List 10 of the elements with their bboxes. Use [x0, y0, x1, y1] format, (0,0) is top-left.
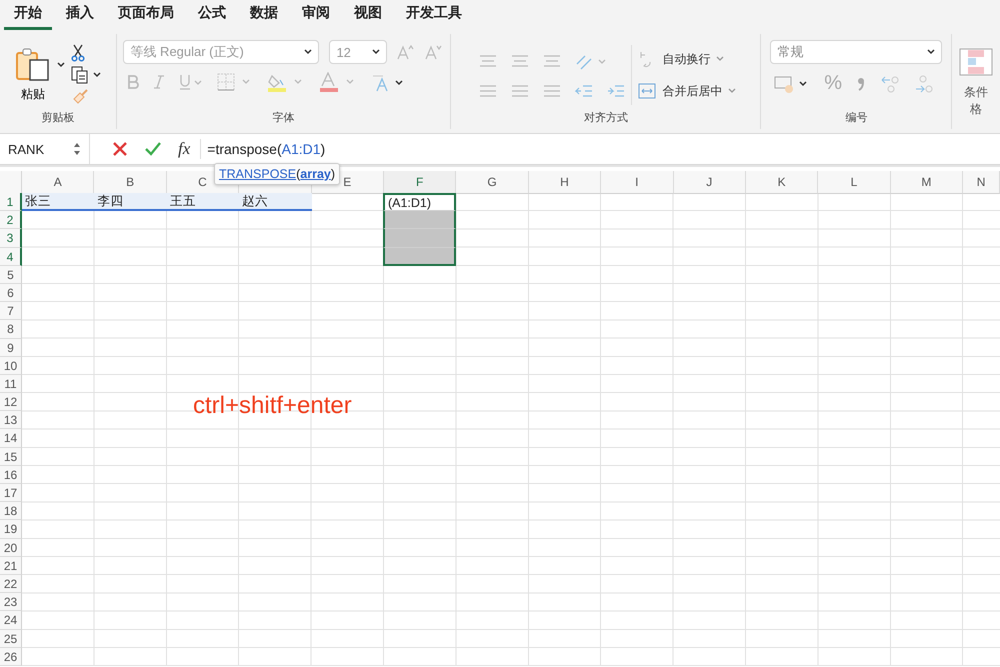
table-cell: 张三	[22, 193, 94, 212]
table-cell: 李四	[94, 193, 167, 212]
function-tooltip: TRANSPOSE(array)	[214, 163, 340, 185]
group-label: 字体	[272, 110, 294, 125]
annotation-text: ctrl+shitf+enter	[193, 392, 352, 420]
group-label: 剪贴板	[41, 110, 74, 125]
table-cell: 赵六	[239, 193, 312, 212]
group-label: 对齐方式	[584, 110, 628, 125]
table-cell: 王五	[166, 193, 240, 212]
group-label: 编号	[845, 111, 868, 125]
